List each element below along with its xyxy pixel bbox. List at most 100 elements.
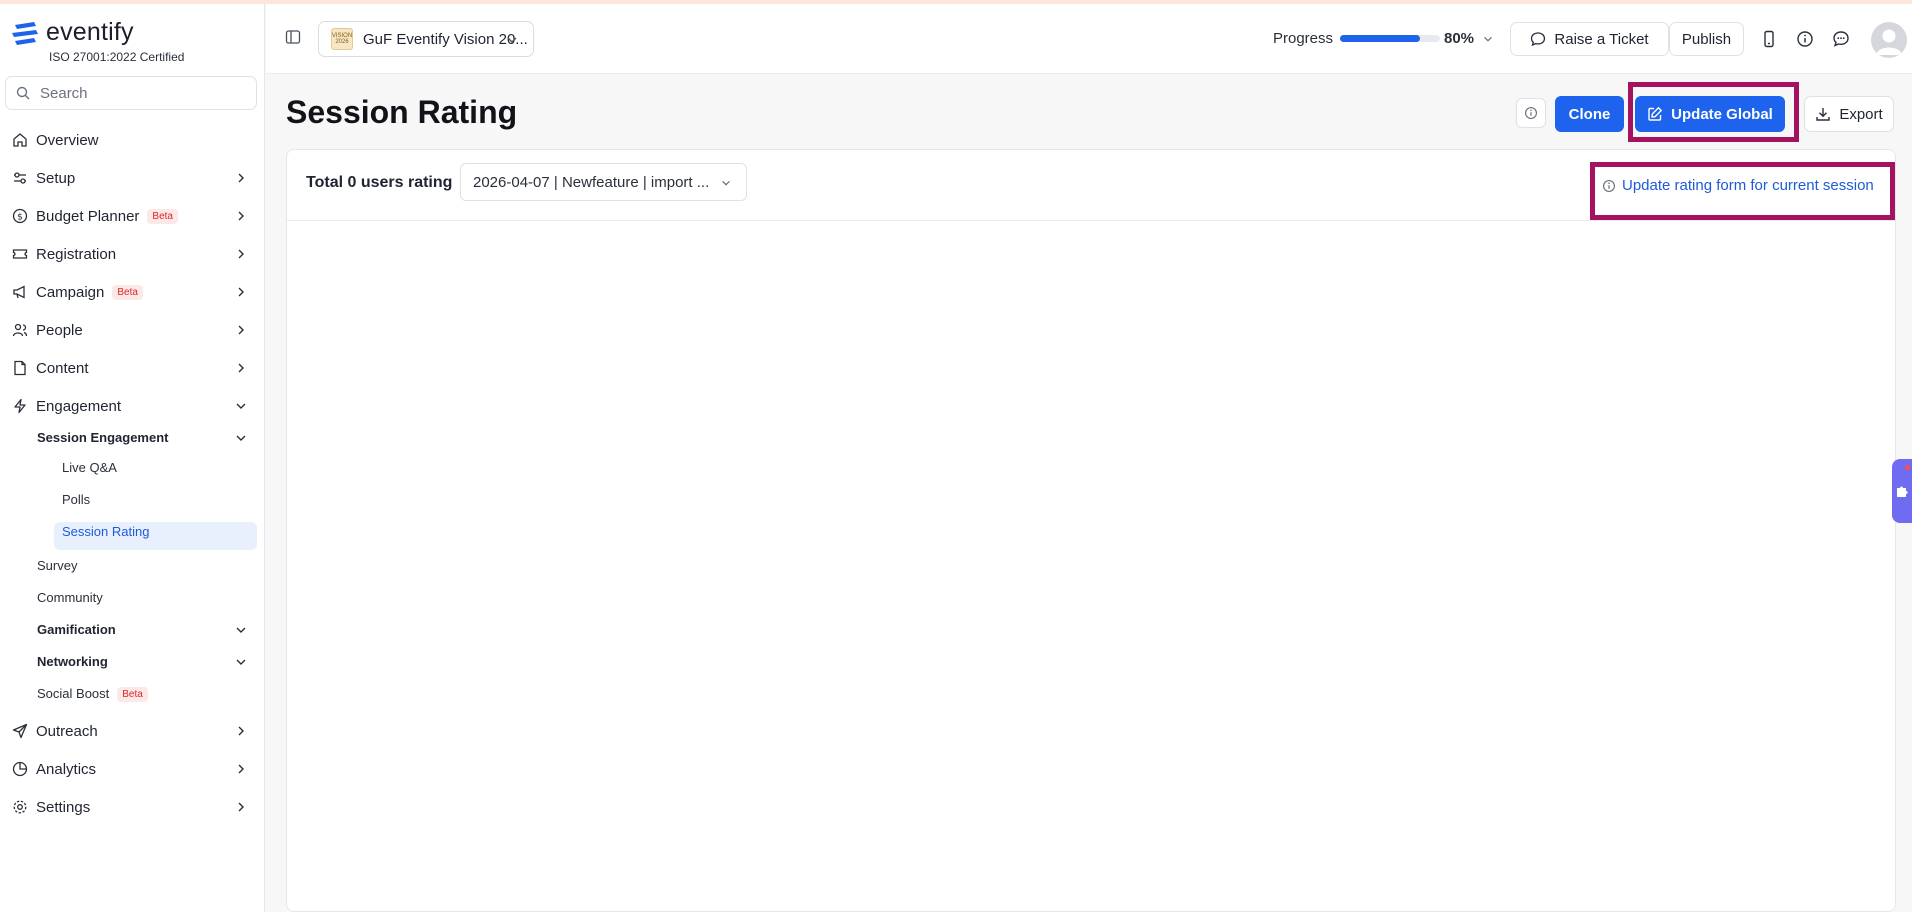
sidebar-sub-polls[interactable]: Polls — [62, 492, 90, 507]
brand-name: eventify — [46, 18, 134, 46]
dollar-icon: $ — [12, 208, 28, 224]
gear-icon — [13, 800, 27, 814]
puzzle-icon — [1897, 486, 1908, 497]
iso-certification: ISO 27001:2022 Certified — [49, 50, 185, 64]
chevron-down-icon — [236, 403, 246, 409]
sidebar-sub-session-engagement[interactable]: Session Engagement — [37, 430, 168, 445]
message-icon[interactable] — [1832, 30, 1850, 48]
chevron-right-icon — [238, 726, 244, 736]
search-placeholder: Search — [40, 84, 88, 102]
sidebar-item-settings[interactable]: Settings — [0, 792, 265, 822]
highlight-box-update-rating-form — [1590, 162, 1895, 220]
notification-dot — [1905, 465, 1910, 470]
export-label: Export — [1839, 105, 1883, 123]
home-icon — [13, 133, 27, 147]
event-selector[interactable]: VISION 2026 GuF Eventify Vision 20... — [318, 21, 534, 57]
eventify-logo-icon — [12, 21, 38, 45]
user-avatar[interactable] — [1871, 22, 1907, 58]
download-icon — [1816, 108, 1831, 121]
progress-bar-fill — [1340, 35, 1420, 42]
page-title: Session Rating — [286, 94, 518, 130]
sidebar-item-label-with-badge: Campaign Beta — [36, 284, 143, 301]
svg-text:$: $ — [17, 213, 23, 223]
sidebar-item-people[interactable]: People — [0, 315, 265, 345]
edit-icon — [1648, 107, 1663, 121]
clone-button[interactable]: Clone — [1555, 96, 1624, 132]
sidebar-item-budget-planner[interactable]: $ Budget Planner Beta — [0, 201, 265, 231]
clone-label: Clone — [1568, 105, 1611, 123]
sidebar-item-outreach[interactable]: Outreach — [0, 716, 265, 746]
sliders-icon — [14, 172, 26, 184]
sidebar-sub-networking[interactable]: Networking — [37, 654, 108, 669]
sidebar-item-registration[interactable]: Registration — [0, 239, 265, 269]
sidebar-item-label: People — [36, 321, 83, 339]
sidebar-item-overview[interactable]: Overview — [0, 125, 265, 155]
progress-label: Progress — [1273, 30, 1334, 47]
sidebar-sub-gamification[interactable]: Gamification — [37, 622, 116, 637]
megaphone-icon — [13, 285, 25, 299]
raise-ticket-button[interactable]: Raise a Ticket — [1510, 22, 1669, 56]
floating-help-widget[interactable] — [1892, 459, 1912, 523]
update-global-label: Update Global — [1671, 105, 1773, 123]
chevron-down-icon[interactable] — [234, 431, 248, 445]
chevron-down-icon — [722, 180, 730, 186]
session-selector[interactable]: 2026-04-07 | Newfeature | import ... — [460, 163, 747, 201]
sidebar-item-label: Outreach — [36, 722, 98, 740]
user-avatar-icon — [1876, 29, 1902, 55]
chevron-down-icon[interactable] — [234, 655, 248, 669]
event-name: GuF Eventify Vision 20... — [363, 30, 528, 48]
sidebar-item-setup[interactable]: Setup — [0, 163, 265, 193]
page-info-button[interactable] — [1516, 98, 1546, 128]
ticket-icon — [12, 249, 28, 259]
sidebar-item-label: Registration — [36, 245, 117, 263]
sidebar-item-label: Overview — [36, 131, 99, 149]
sidebar-sub-session-rating[interactable]: Session Rating — [62, 524, 149, 539]
chevron-right-icon — [238, 363, 244, 373]
send-icon — [12, 723, 28, 739]
sidebar-item-label: Budget Planner — [36, 207, 140, 225]
chevron-right-icon — [238, 249, 244, 259]
mobile-preview-icon[interactable] — [1760, 30, 1778, 48]
sidebar-item-content[interactable]: Content — [0, 353, 265, 383]
progress-value: 80% — [1444, 30, 1475, 47]
total-users-rating: Total 0 users rating — [306, 174, 453, 191]
sidebar-sub-live-qa[interactable]: Live Q&A — [62, 460, 117, 475]
beta-badge: Beta — [147, 209, 178, 225]
rating-panel: Total 0 users rating 2026-04-07 | Newfea… — [286, 149, 1896, 912]
sidebar-item-label: Engagement — [36, 397, 122, 415]
sidebar-item-campaign[interactable]: Campaign Beta — [0, 277, 265, 307]
info-icon[interactable] — [1796, 30, 1814, 48]
chevron-down-icon — [507, 37, 517, 43]
chat-bubble-icon — [1531, 32, 1546, 47]
sidebar-toggle-icon[interactable] — [285, 29, 301, 45]
search-icon — [16, 86, 30, 100]
beta-badge: Beta — [117, 687, 148, 703]
sidebar-item-label: Content — [36, 359, 89, 377]
progress-bar — [1340, 35, 1440, 42]
chevron-right-icon — [238, 802, 244, 812]
chevron-right-icon — [238, 173, 244, 183]
logo[interactable]: eventify — [12, 18, 134, 47]
sidebar-item-label: Settings — [36, 798, 91, 816]
bolt-icon — [14, 398, 26, 414]
export-button[interactable]: Export — [1804, 96, 1894, 132]
users-icon — [12, 323, 28, 337]
sidebar-sub-community[interactable]: Community — [37, 590, 103, 605]
file-icon — [14, 360, 26, 376]
chevron-down-icon[interactable] — [234, 623, 248, 637]
publish-button[interactable]: Publish — [1669, 22, 1744, 56]
raise-ticket-label: Raise a Ticket — [1554, 30, 1649, 48]
update-global-button[interactable]: Update Global — [1635, 96, 1785, 132]
sidebar-sub-survey[interactable]: Survey — [37, 558, 77, 573]
chevron-right-icon — [238, 211, 244, 221]
chevron-down-icon[interactable] — [1482, 33, 1494, 45]
sidebar-item-engagement[interactable]: Engagement — [0, 391, 265, 421]
sidebar-item-analytics[interactable]: Analytics — [0, 754, 265, 784]
search-input[interactable]: Search — [5, 76, 257, 110]
sidebar-item-label-with-badge: Budget Planner Beta — [36, 208, 178, 225]
sidebar-item-label: Setup — [36, 169, 76, 187]
sidebar-item-label: Campaign — [36, 283, 105, 301]
sidebar-sub-social-boost[interactable]: Social Boost Beta — [37, 686, 148, 703]
event-thumbnail: VISION 2026 — [331, 28, 353, 50]
session-selected-value: 2026-04-07 | Newfeature | import ... — [473, 173, 710, 191]
